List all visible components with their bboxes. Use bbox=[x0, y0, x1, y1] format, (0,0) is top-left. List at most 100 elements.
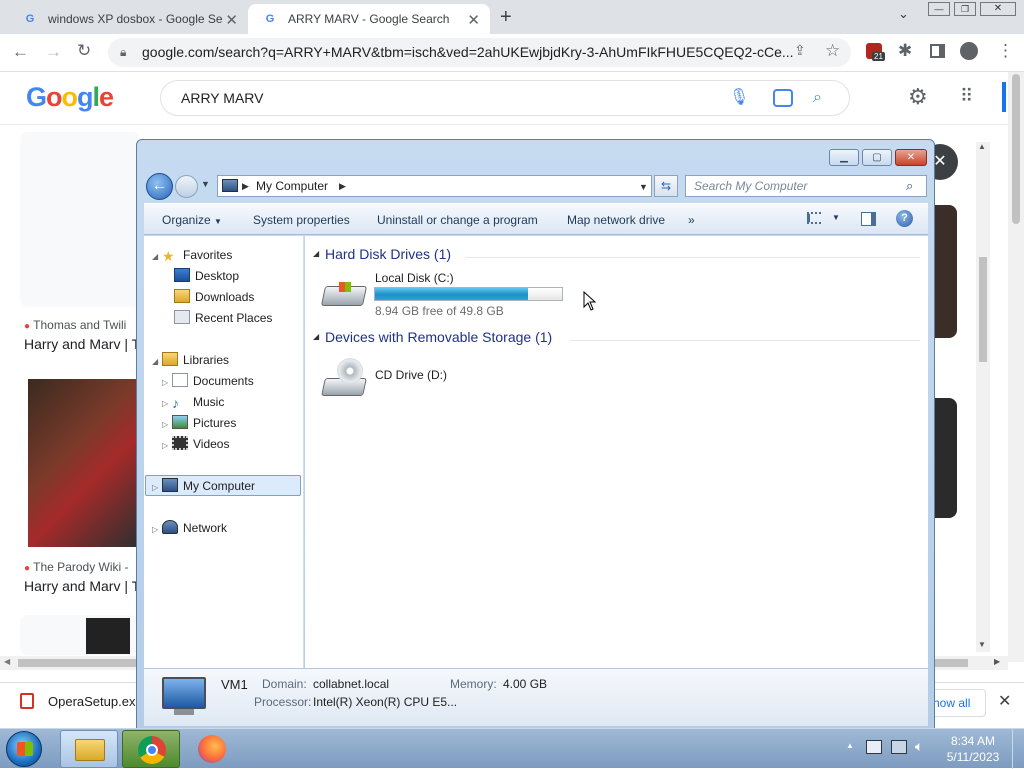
collapsed-arrow-icon[interactable]: ▷ bbox=[162, 415, 172, 435]
nav-documents[interactable]: ▷ Documents bbox=[162, 371, 254, 391]
breadcrumb-separator-icon[interactable]: ▶ bbox=[242, 176, 249, 196]
action-center-flag-icon[interactable] bbox=[866, 740, 882, 754]
extension-icon[interactable]: 21 bbox=[866, 43, 885, 61]
nav-pictures[interactable]: ▷ Pictures bbox=[162, 413, 236, 433]
network-tray-icon[interactable] bbox=[891, 740, 907, 754]
profile-avatar-icon[interactable] bbox=[960, 42, 978, 60]
search-magnifier-icon[interactable]: ⌕ bbox=[813, 81, 822, 115]
scroll-down-arrow-icon[interactable]: ▼ bbox=[978, 640, 986, 649]
browser-tab[interactable]: G windows XP dosbox - Google Se ✕ bbox=[8, 4, 248, 34]
scroll-up-arrow-icon[interactable]: ▲ bbox=[978, 142, 986, 151]
result-thumbnail-image[interactable] bbox=[86, 618, 130, 654]
show-hidden-icons-icon[interactable]: ▲ bbox=[846, 741, 854, 750]
expanded-arrow-icon[interactable]: ◢ bbox=[152, 352, 162, 372]
share-icon[interactable]: ⇪ bbox=[794, 42, 806, 59]
tab-search-icon[interactable]: ⌄ bbox=[898, 6, 909, 22]
new-tab-icon[interactable]: + bbox=[500, 6, 512, 29]
nav-downloads[interactable]: Downloads bbox=[174, 287, 254, 307]
result-source[interactable]: ● Thomas and Twili bbox=[24, 318, 126, 332]
breadcrumb-my-computer[interactable]: My Computer bbox=[256, 176, 328, 196]
result-thumbnail-image[interactable] bbox=[935, 205, 957, 338]
inner-scrollbar[interactable]: ▲ ▼ bbox=[976, 142, 990, 652]
taskbar-explorer-button[interactable] bbox=[60, 730, 118, 768]
window-restore-icon[interactable]: ❐ bbox=[954, 2, 976, 16]
more-commands-button[interactable]: » bbox=[688, 213, 695, 227]
scroll-right-arrow-icon[interactable]: ▶ bbox=[994, 657, 1000, 666]
recent-pages-dropdown-icon[interactable]: ▼ bbox=[201, 179, 210, 189]
collapsed-arrow-icon[interactable]: ▷ bbox=[152, 478, 162, 498]
taskbar-clock[interactable]: 8:34 AM 5/11/2023 bbox=[940, 733, 1006, 765]
scroll-left-arrow-icon[interactable]: ◀ bbox=[4, 657, 10, 666]
result-thumbnail[interactable] bbox=[20, 132, 140, 307]
refresh-icon[interactable]: ⇆ bbox=[654, 175, 678, 197]
nav-desktop[interactable]: Desktop bbox=[174, 266, 239, 286]
result-thumbnail-image[interactable] bbox=[935, 398, 957, 518]
browser-tab-active[interactable]: G ARRY MARV - Google Search ✕ bbox=[248, 4, 490, 34]
address-bar[interactable]: 🔒︎ google.com/search?q=ARRY+MARV&tbm=isc… bbox=[108, 38, 851, 67]
result-title[interactable]: Harry and Marv | T bbox=[24, 336, 140, 352]
nav-libraries[interactable]: ◢ Libraries bbox=[152, 350, 229, 370]
result-source[interactable]: ● The Parody Wiki - bbox=[24, 560, 129, 574]
vertical-scrollbar[interactable] bbox=[1008, 72, 1024, 662]
reload-icon[interactable]: ↻ bbox=[77, 41, 91, 61]
address-dropdown-icon[interactable]: ▼ bbox=[639, 177, 648, 197]
collapsed-arrow-icon[interactable]: ▷ bbox=[152, 520, 162, 540]
nav-my-computer[interactable]: ▷ My Computer bbox=[152, 476, 255, 496]
explorer-maximize-icon[interactable]: ▢ bbox=[862, 149, 892, 166]
nav-recent-places[interactable]: Recent Places bbox=[174, 308, 272, 328]
collapsed-arrow-icon[interactable]: ▷ bbox=[162, 394, 172, 414]
firefox-icon[interactable] bbox=[198, 735, 226, 763]
show-desktop-button[interactable] bbox=[1012, 729, 1024, 769]
volume-icon[interactable]: 🔈︎ bbox=[915, 738, 923, 755]
side-panel-icon[interactable] bbox=[930, 44, 945, 58]
collapsed-arrow-icon[interactable]: ▷ bbox=[162, 373, 172, 393]
taskbar-chrome-button[interactable] bbox=[122, 730, 180, 768]
preview-pane-icon[interactable] bbox=[861, 212, 876, 226]
search-magnifier-icon[interactable]: ⌕ bbox=[906, 176, 913, 196]
download-filename[interactable]: OperaSetup.exe bbox=[48, 694, 143, 709]
window-minimize-icon[interactable]: — bbox=[928, 2, 950, 16]
show-all-button[interactable]: how all bbox=[928, 689, 986, 717]
result-thumbnail-image[interactable] bbox=[28, 379, 138, 547]
system-properties-button[interactable]: System properties bbox=[253, 213, 350, 227]
expanded-arrow-icon[interactable]: ◢ bbox=[152, 247, 162, 267]
nav-network[interactable]: ▷ Network bbox=[152, 518, 227, 538]
voice-search-mic-icon[interactable]: 🎙︎ bbox=[729, 81, 749, 115]
start-button[interactable] bbox=[6, 731, 42, 767]
google-search-input[interactable]: ARRY MARV 🎙︎ ⌕ bbox=[160, 80, 850, 116]
window-close-icon[interactable]: ✕ bbox=[980, 2, 1016, 16]
nav-favorites[interactable]: ◢ ★ Favorites bbox=[152, 245, 232, 265]
explorer-forward-icon[interactable] bbox=[175, 175, 198, 198]
lens-camera-icon[interactable] bbox=[773, 89, 793, 107]
bookmark-star-icon[interactable]: ☆ bbox=[825, 41, 840, 61]
map-network-drive-button[interactable]: Map network drive bbox=[567, 213, 665, 227]
help-icon[interactable]: ? bbox=[896, 210, 913, 227]
close-download-bar-icon[interactable]: ✕ bbox=[998, 691, 1011, 711]
group-header-hard-disks[interactable]: Hard Disk Drives (1) bbox=[325, 246, 451, 262]
drive-local-disk-c[interactable]: Local Disk (C:) 8.94 GB free of 49.8 GB bbox=[319, 271, 569, 318]
explorer-back-icon[interactable]: ← bbox=[146, 173, 173, 200]
close-tab-icon[interactable]: ✕ bbox=[467, 11, 480, 29]
collapsed-arrow-icon[interactable]: ▷ bbox=[162, 436, 172, 456]
explorer-search-input[interactable]: Search My Computer ⌕ bbox=[685, 175, 927, 197]
explorer-address-bar[interactable]: ▶ My Computer ▶ ▼ bbox=[217, 175, 652, 197]
explorer-close-icon[interactable]: ✕ bbox=[895, 149, 927, 166]
view-options-dropdown-icon[interactable]: ▼ bbox=[832, 213, 840, 222]
uninstall-program-button[interactable]: Uninstall or change a program bbox=[377, 213, 538, 227]
settings-gear-icon[interactable]: ⚙︎ bbox=[908, 84, 928, 110]
organize-button[interactable]: Organize ▼ bbox=[162, 213, 222, 227]
group-collapse-icon[interactable]: ◢ bbox=[313, 332, 319, 341]
nav-music[interactable]: ▷ ♪ Music bbox=[162, 392, 224, 412]
drive-cd-d[interactable]: CD Drive (D:) bbox=[319, 358, 519, 402]
group-collapse-icon[interactable]: ◢ bbox=[313, 249, 319, 258]
result-title[interactable]: Harry and Marv | T bbox=[24, 578, 140, 594]
nav-videos[interactable]: ▷ Videos bbox=[162, 434, 229, 454]
change-view-icon[interactable] bbox=[807, 212, 821, 224]
breadcrumb-separator-icon[interactable]: ▶ bbox=[339, 176, 346, 196]
kebab-menu-icon[interactable]: ⋮ bbox=[997, 41, 1014, 61]
back-arrow-icon[interactable]: ← bbox=[12, 42, 29, 62]
apps-grid-icon[interactable]: ⠿ bbox=[960, 86, 973, 107]
group-header-removable[interactable]: Devices with Removable Storage (1) bbox=[325, 329, 552, 345]
forward-arrow-icon[interactable]: → bbox=[45, 42, 62, 62]
scrollbar-thumb[interactable] bbox=[979, 257, 987, 362]
